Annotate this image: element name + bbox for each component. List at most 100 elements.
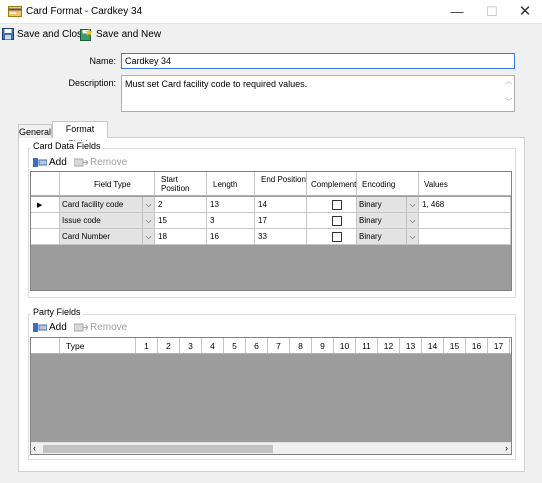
tab-general[interactable]: General	[18, 124, 52, 138]
complement-checkbox[interactable]	[332, 232, 342, 242]
cell-length-text: 13	[210, 200, 219, 209]
card-add-label: Add	[49, 157, 67, 168]
party-fields-grid[interactable]: Type 1 2 3 4 5 6 7 8 9 10 11 12 13 14 15 16 17 ‹ ›	[30, 337, 512, 455]
header-encoding: Encoding	[357, 172, 419, 196]
maximize-button[interactable]: ☐	[475, 0, 509, 24]
cell-length-text: 16	[210, 232, 219, 241]
cell-values[interactable]	[419, 229, 511, 245]
scroll-down-icon[interactable]: ﹀	[503, 97, 514, 107]
party-header-column: 16	[466, 338, 488, 353]
name-label: Name:	[89, 56, 116, 66]
name-input[interactable]: Cardkey 34	[121, 53, 515, 69]
add-icon	[33, 323, 47, 332]
row-header[interactable]	[31, 229, 60, 245]
scrollbar-thumb[interactable]	[43, 445, 273, 453]
cell-values[interactable]	[419, 213, 511, 229]
card-data-grid[interactable]: Field Type Start Position Length End Pos…	[30, 171, 512, 291]
cell-field-type-text: Card Number	[62, 232, 111, 241]
cell-start-position[interactable]: 18	[155, 229, 207, 245]
party-remove-label: Remove	[90, 322, 128, 333]
chevron-down-icon[interactable]: ⌵	[406, 213, 418, 228]
party-header-column: 4	[202, 338, 224, 353]
cell-encoding-text: Binary	[359, 216, 382, 225]
cell-start-position[interactable]: 15	[155, 213, 207, 229]
cell-end-position-text: 17	[258, 216, 267, 225]
party-header-column: 6	[246, 338, 268, 353]
cell-complement[interactable]	[307, 213, 357, 229]
cell-end-position[interactable]: 14	[255, 197, 307, 213]
cell-field-type-text: Issue code	[62, 216, 101, 225]
cell-values-text: 1, 468	[422, 200, 445, 209]
cell-start-position-text: 15	[158, 216, 167, 225]
cell-start-position[interactable]: 2	[155, 197, 207, 213]
header-length: Length	[207, 172, 255, 196]
party-add-button[interactable]: Add	[33, 321, 67, 334]
cell-length[interactable]: 3	[207, 213, 255, 229]
remove-icon	[74, 158, 88, 167]
chevron-down-icon[interactable]: ⌵	[142, 213, 154, 228]
card-format-icon	[8, 6, 22, 17]
party-header-column: 8	[290, 338, 312, 353]
party-header-column: 9	[312, 338, 334, 353]
party-header-column: 10	[334, 338, 356, 353]
party-header-column: 1	[136, 338, 158, 353]
header-complement: Complement	[307, 172, 357, 196]
cell-encoding[interactable]: Binary ⌵	[357, 213, 419, 229]
save-new-icon	[80, 27, 93, 41]
cell-field-type[interactable]: Issue code ⌵	[60, 213, 155, 229]
cell-length[interactable]: 16	[207, 229, 255, 245]
add-icon	[33, 158, 47, 167]
cell-complement[interactable]	[307, 197, 357, 213]
party-header-column: 17	[488, 338, 510, 353]
minimize-button[interactable]: —	[440, 0, 474, 24]
cell-field-type[interactable]: Card Number ⌵	[60, 229, 155, 245]
party-header-column: 7	[268, 338, 290, 353]
current-row-arrow-icon: ▶	[37, 202, 43, 209]
cell-end-position-text: 33	[258, 232, 267, 241]
description-label: Description:	[68, 78, 116, 88]
chevron-down-icon[interactable]: ⌵	[406, 197, 418, 212]
horizontal-scrollbar[interactable]: ‹ ›	[31, 442, 511, 454]
remove-icon	[74, 323, 88, 332]
save-and-close-button[interactable]: Save and Close	[2, 26, 88, 42]
save-and-close-label: Save and Close	[17, 28, 88, 40]
scroll-up-icon[interactable]: ︿	[503, 76, 514, 86]
cell-end-position[interactable]: 17	[255, 213, 307, 229]
party-header-column: 14	[422, 338, 444, 353]
cell-values[interactable]: 1, 468	[419, 197, 511, 213]
cell-end-position[interactable]: 33	[255, 229, 307, 245]
card-remove-button[interactable]: Remove	[74, 156, 127, 169]
description-scrollbar[interactable]: ︿ ﹀	[503, 76, 514, 111]
party-header-column: 3	[180, 338, 202, 353]
chevron-down-icon[interactable]: ⌵	[142, 229, 154, 244]
cell-length[interactable]: 13	[207, 197, 255, 213]
cell-encoding[interactable]: Binary ⌵	[357, 197, 419, 213]
window-title: Card Format - Cardkey 34	[26, 6, 143, 17]
party-header-column: 5	[224, 338, 246, 353]
scroll-left-icon[interactable]: ‹	[33, 443, 36, 454]
complement-checkbox[interactable]	[332, 216, 342, 226]
chevron-down-icon[interactable]: ⌵	[142, 197, 154, 212]
close-button[interactable]: ✕	[508, 0, 542, 24]
header-values: Values	[419, 172, 511, 196]
tab-format-fields[interactable]: Format Fields	[52, 121, 108, 149]
cell-start-position-text: 18	[158, 232, 167, 241]
cell-encoding[interactable]: Binary ⌵	[357, 229, 419, 245]
row-header[interactable]: ▶	[31, 197, 60, 213]
party-add-label: Add	[49, 322, 67, 333]
complement-checkbox[interactable]	[332, 200, 342, 210]
cell-field-type[interactable]: Card facility code ⌵	[60, 197, 155, 213]
description-input[interactable]: Must set Card facility code to required …	[121, 75, 515, 112]
card-add-button[interactable]: Add	[33, 156, 67, 169]
header-end-position: End Position	[255, 172, 307, 196]
party-remove-button[interactable]: Remove	[74, 321, 127, 334]
party-header-type: Type	[60, 338, 136, 353]
chevron-down-icon[interactable]: ⌵	[406, 229, 418, 244]
party-header-column: 11	[356, 338, 378, 353]
save-icon	[2, 28, 14, 40]
party-fields-title: Party Fields	[31, 307, 83, 317]
save-and-new-button[interactable]: Save and New	[80, 26, 161, 42]
row-header[interactable]	[31, 213, 60, 229]
cell-complement[interactable]	[307, 229, 357, 245]
scroll-right-icon[interactable]: ›	[505, 443, 508, 454]
